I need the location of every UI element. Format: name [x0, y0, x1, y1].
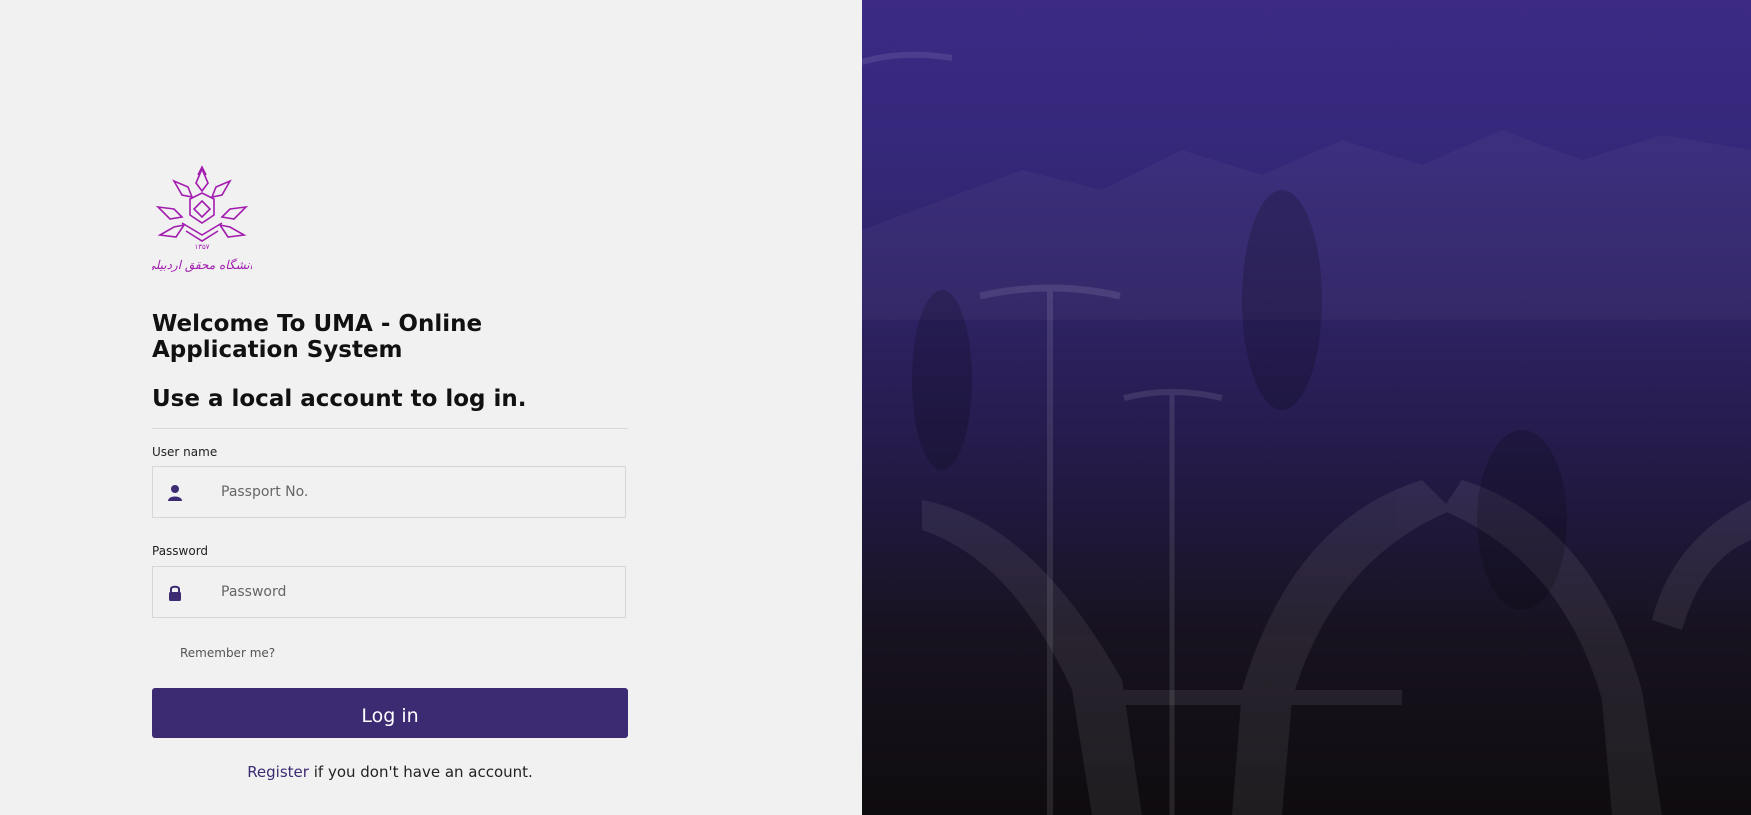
register-prompt: Register if you don't have an account.: [152, 763, 628, 781]
user-icon: [168, 485, 182, 501]
username-label: User name: [152, 445, 218, 459]
login-panel: ۱۳۵۷ دانشگاه محقق اردبیلی Welcome To UMA…: [0, 0, 862, 815]
login-subtitle: Use a local account to log in.: [152, 386, 527, 412]
register-suffix: if you don't have an account.: [308, 763, 533, 781]
username-input[interactable]: [221, 467, 611, 517]
remember-me-label[interactable]: Remember me?: [180, 646, 275, 660]
campus-background-image: [862, 0, 1751, 815]
page-title: Welcome To UMA - Online Application Syst…: [152, 311, 483, 363]
svg-text:۱۳۵۷: ۱۳۵۷: [194, 243, 209, 251]
password-input[interactable]: [221, 567, 611, 617]
divider: [152, 428, 628, 429]
username-field[interactable]: [152, 466, 626, 518]
campus-gate-silhouette: [862, 51, 1751, 815]
remember-me-checkbox[interactable]: [158, 646, 172, 660]
password-label: Password: [152, 544, 209, 558]
password-field[interactable]: [152, 566, 626, 618]
login-page: ۱۳۵۷ دانشگاه محقق اردبیلی Welcome To UMA…: [0, 0, 1751, 815]
lock-icon: [169, 585, 181, 601]
login-button[interactable]: Log in: [152, 688, 628, 738]
svg-text:دانشگاه محقق اردبیلی: دانشگاه محقق اردبیلی: [152, 258, 252, 272]
register-link[interactable]: Register: [247, 763, 309, 781]
university-logo: ۱۳۵۷ دانشگاه محقق اردبیلی: [152, 165, 252, 272]
